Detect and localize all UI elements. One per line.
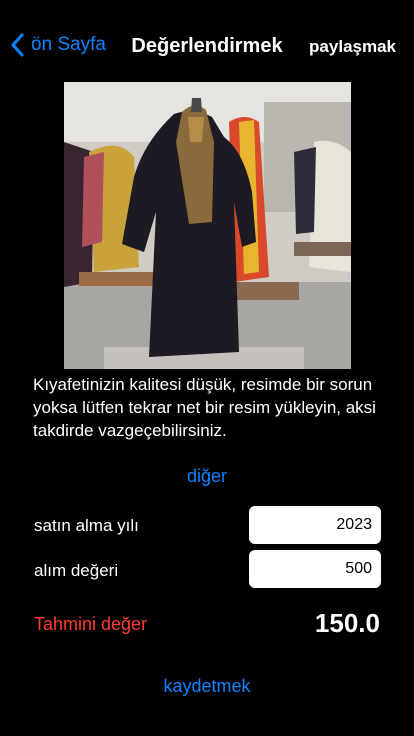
- other-button[interactable]: diğer: [0, 466, 414, 487]
- purchase-value-label: alım değeri: [34, 561, 119, 580]
- garment-photo: [64, 82, 351, 369]
- purchase-year-input[interactable]: [249, 506, 381, 544]
- quality-warning-text: Kıyafetinizin kalitesi düşük, resimde bi…: [33, 375, 376, 440]
- estimated-value: 150.0: [314, 608, 380, 638]
- purchase-year-label: satın alma yılı: [34, 516, 139, 535]
- navigation-bar: ön Sayfa Değerlendirmek paylaşmak: [0, 0, 414, 94]
- estimated-value-label: Tahmini değer: [34, 614, 148, 634]
- purchase-value-input[interactable]: [249, 550, 381, 588]
- save-button[interactable]: kaydetmek: [0, 676, 414, 697]
- share-button[interactable]: paylaşmak: [309, 37, 396, 57]
- garment-image: [64, 82, 351, 369]
